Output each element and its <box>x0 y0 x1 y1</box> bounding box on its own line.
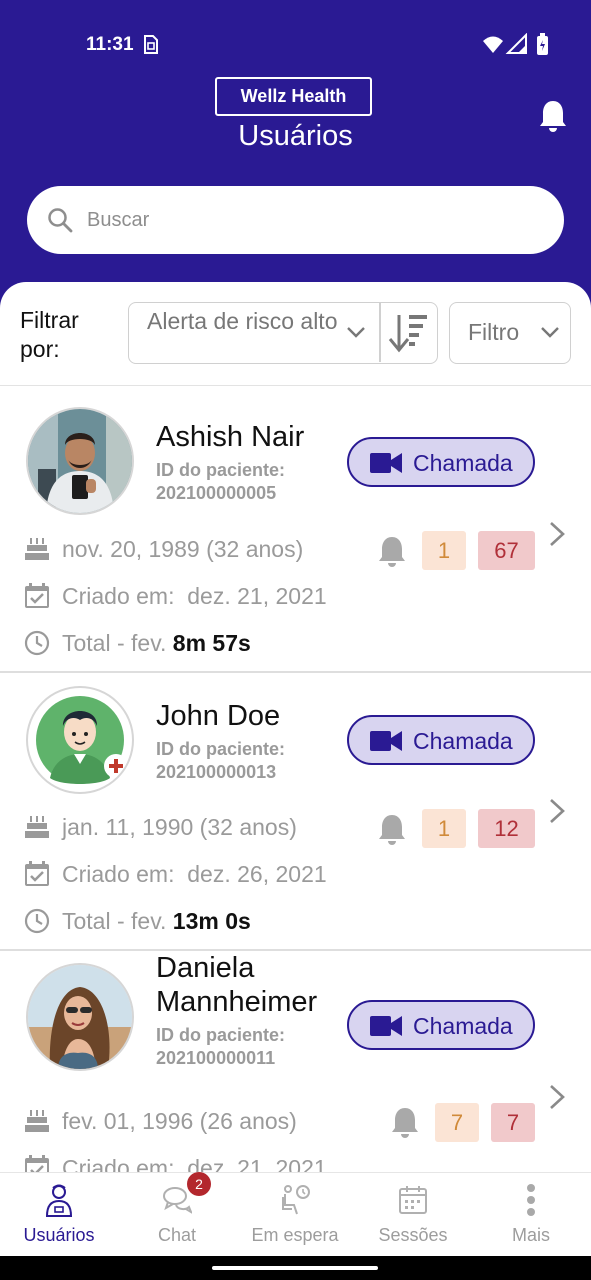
created-label: Criado em: <box>62 1155 175 1172</box>
patient-id: 202100000013 <box>156 762 277 782</box>
created-date: dez. 26, 2021 <box>187 861 327 887</box>
patient-id-label: ID do paciente: <box>156 1025 286 1045</box>
high-risk-alert-count: 12 <box>478 809 535 848</box>
search-input[interactable] <box>87 186 527 254</box>
system-navigation-bar <box>0 1256 591 1280</box>
tab-users-label: Usuários <box>23 1225 95 1245</box>
tab-more-label: Mais <box>511 1225 550 1245</box>
patient-name: Ashish Nair <box>156 421 305 453</box>
video-call-label: Chamada <box>413 450 513 476</box>
divider <box>379 303 381 362</box>
wifi-icon <box>483 36 503 53</box>
patient-id-label: ID do paciente: <box>156 460 286 480</box>
calendar-check-icon <box>25 861 49 886</box>
video-call-button[interactable]: Chamada <box>347 437 535 487</box>
sim-icon <box>144 35 158 54</box>
patient-id: 202100000011 <box>156 1048 276 1068</box>
patient-name: John Doe <box>156 700 281 732</box>
tab-waiting[interactable]: Em espera <box>236 1173 354 1257</box>
high-risk-alert-count: 67 <box>478 531 535 570</box>
waiting-icon <box>282 1185 310 1215</box>
birth-date: nov. 20, 1989 (32 anos) <box>62 536 304 562</box>
clock-icon <box>24 630 50 656</box>
chevron-right-icon[interactable] <box>548 1083 566 1111</box>
video-camera-icon <box>370 731 402 751</box>
clock-icon <box>24 908 50 934</box>
status-time: 11:31 <box>86 34 134 55</box>
avatar <box>26 686 134 794</box>
chevron-down-icon <box>347 327 365 338</box>
tab-sessions-label: Sessões <box>378 1225 448 1245</box>
birthday-cake-icon <box>25 816 49 838</box>
video-call-label: Chamada <box>413 1013 513 1039</box>
medium-risk-alert-count: 7 <box>435 1103 479 1142</box>
tab-chat[interactable]: Chat <box>118 1173 236 1257</box>
sort-descending-icon[interactable] <box>387 311 429 355</box>
birth-date: jan. 11, 1990 (32 anos) <box>62 814 297 840</box>
video-call-button[interactable]: Chamada <box>347 715 535 765</box>
bottom-tab-bar: Usuários Chat Em espera Sessões Mais <box>0 1172 591 1256</box>
filter-label: Filtrar por: <box>20 307 79 362</box>
filter-dropdown[interactable]: Filtro <box>449 302 571 364</box>
video-camera-icon <box>370 453 402 473</box>
filter-selected-value: Filtro <box>468 319 520 345</box>
birthday-cake-icon <box>25 538 49 560</box>
status-icons <box>483 33 548 55</box>
patient-name: Daniela Mannheimer <box>156 952 318 1018</box>
filter-bar: Filtrar por: Alerta de risco alto Filtro <box>0 282 591 386</box>
total-time-value: 13m 0s <box>172 908 251 934</box>
users-icon <box>45 1184 73 1217</box>
alert-bell-icon <box>379 537 405 567</box>
medium-risk-alert-count: 1 <box>422 809 466 848</box>
tab-users[interactable]: Usuários <box>0 1173 118 1257</box>
medium-risk-alert-count: 1 <box>422 531 466 570</box>
calendar-check-icon <box>25 583 49 608</box>
patient-id: 202100000005 <box>156 483 277 503</box>
birth-date: fev. 01, 1996 (26 anos) <box>62 1108 297 1134</box>
created-label: Criado em: <box>62 861 175 887</box>
tab-chat-label: Chat <box>157 1225 197 1245</box>
avatar <box>26 407 134 515</box>
search-icon <box>48 208 73 233</box>
tab-waiting-label: Em espera <box>251 1225 339 1245</box>
created-label: Criado em: <box>62 583 175 609</box>
patient-card[interactable]: Daniela Mannheimer ID do paciente: 20210… <box>0 951 591 1172</box>
sort-dropdown[interactable]: Alerta de risco alto <box>128 302 438 364</box>
chat-unread-badge: 2 <box>187 1172 211 1196</box>
total-time-label: Total - fev. <box>62 630 167 656</box>
calendar-icon <box>399 1186 427 1214</box>
search-bar[interactable] <box>27 186 564 254</box>
calendar-check-icon <box>25 1155 49 1172</box>
video-camera-icon <box>370 1016 402 1036</box>
video-call-label: Chamada <box>413 728 513 754</box>
tab-more[interactable]: Mais <box>472 1173 590 1257</box>
patient-id-label: ID do paciente: <box>156 739 286 759</box>
more-icon <box>527 1184 535 1216</box>
patient-card[interactable]: John Doe ID do paciente: 202100000013 Ch… <box>0 673 591 951</box>
page-title: Usuários <box>238 120 353 152</box>
brand-logo: Wellz Health <box>215 77 372 116</box>
home-indicator[interactable] <box>212 1266 378 1270</box>
tab-sessions[interactable]: Sessões <box>354 1173 472 1257</box>
sort-selected-value: Alerta de risco alto <box>147 308 338 334</box>
video-call-button[interactable]: Chamada <box>347 1000 535 1050</box>
patient-card[interactable]: Ashish Nair ID do paciente: 202100000005… <box>0 386 591 673</box>
created-date: dez. 21, 2021 <box>187 583 327 609</box>
chevron-right-icon[interactable] <box>548 797 566 825</box>
high-risk-alert-count: 7 <box>491 1103 535 1142</box>
app-header: 11:31 Wellz Health Usuários <box>0 0 591 300</box>
alert-bell-icon <box>379 815 405 845</box>
notifications-bell-icon[interactable] <box>538 98 568 134</box>
users-list-sheet: Filtrar por: Alerta de risco alto Filtro <box>0 282 591 1172</box>
chevron-down-icon <box>541 327 559 338</box>
birthday-cake-icon <box>25 1110 49 1132</box>
created-date: dez. 21, 2021 <box>187 1155 327 1172</box>
avatar <box>26 963 134 1071</box>
alert-bell-icon <box>392 1108 418 1138</box>
total-time-label: Total - fev. <box>62 908 167 934</box>
total-time-value: 8m 57s <box>172 630 251 656</box>
chevron-right-icon[interactable] <box>548 520 566 548</box>
